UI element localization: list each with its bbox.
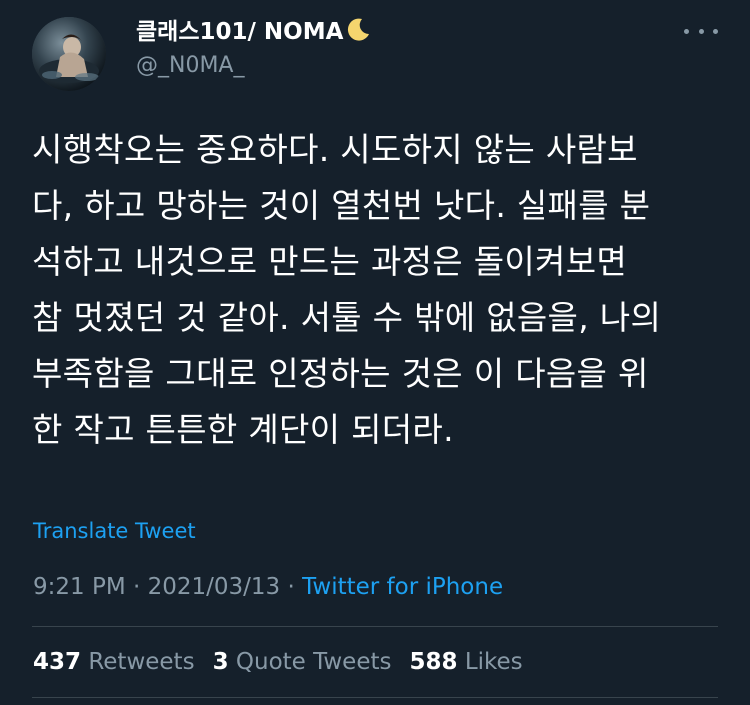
- tweet-date[interactable]: 2021/03/13: [148, 574, 281, 600]
- tweet-stats: 437 Retweets 3 Quote Tweets 588 Likes: [33, 646, 541, 678]
- author-handle[interactable]: @_N0MA_: [136, 52, 245, 80]
- tweet-text-line: 석하고 내것으로 만드는 과정은 돌이켜보면: [32, 242, 628, 281]
- divider: [32, 626, 718, 627]
- tweet-text: 시행착오는 중요하다. 시도하지 않는 사람보 다, 하고 망하는 것이 열천번…: [32, 122, 722, 458]
- more-dot-icon: [684, 28, 689, 34]
- more-dot-icon: [698, 28, 704, 34]
- likes-count: 588: [409, 649, 458, 675]
- tweet-meta: 9:21 PM · 2021/03/13 · Twitter for iPhon…: [33, 571, 503, 603]
- more-dot-icon: [713, 28, 718, 34]
- tweet-text-line: 한 작고 튼튼한 계단이 되더라.: [32, 410, 454, 449]
- retweets-stat[interactable]: 437 Retweets: [33, 646, 195, 678]
- avatar-image: [32, 17, 106, 91]
- likes-label: Likes: [464, 649, 523, 675]
- tweet-text-line: 부족함을 그대로 인정하는 것은 이 다음을 위: [32, 354, 649, 393]
- avatar[interactable]: [32, 17, 106, 91]
- quote-tweets-stat[interactable]: 3 Quote Tweets: [213, 646, 392, 678]
- tweet-text-line: 시행착오는 중요하다. 시도하지 않는 사람보: [32, 130, 638, 169]
- crescent-moon-icon: [345, 16, 371, 50]
- quote-tweets-count: 3: [212, 649, 229, 675]
- likes-stat[interactable]: 588 Likes: [409, 646, 522, 678]
- tweet-text-line: 참 멋졌던 것 같아. 서툴 수 밖에 없음을, 나의: [32, 298, 662, 337]
- tweet-text-line: 다, 하고 망하는 것이 열천번 낫다. 실패를 분: [32, 186, 651, 225]
- meta-separator: ·: [133, 574, 141, 600]
- retweets-label: Retweets: [88, 649, 195, 675]
- author-display-name[interactable]: 클래스101/ NOMA: [136, 16, 371, 50]
- quote-tweets-label: Quote Tweets: [235, 649, 392, 675]
- tweet-time[interactable]: 9:21 PM: [33, 574, 126, 600]
- tweet-source-link[interactable]: Twitter for iPhone: [302, 574, 503, 600]
- retweets-count: 437: [33, 649, 82, 675]
- divider: [32, 697, 718, 698]
- meta-separator: ·: [287, 574, 295, 600]
- translate-tweet-link[interactable]: Translate Tweet: [33, 517, 196, 545]
- more-options-button[interactable]: [684, 20, 718, 42]
- display-name-text: 클래스101/ NOMA: [136, 19, 344, 45]
